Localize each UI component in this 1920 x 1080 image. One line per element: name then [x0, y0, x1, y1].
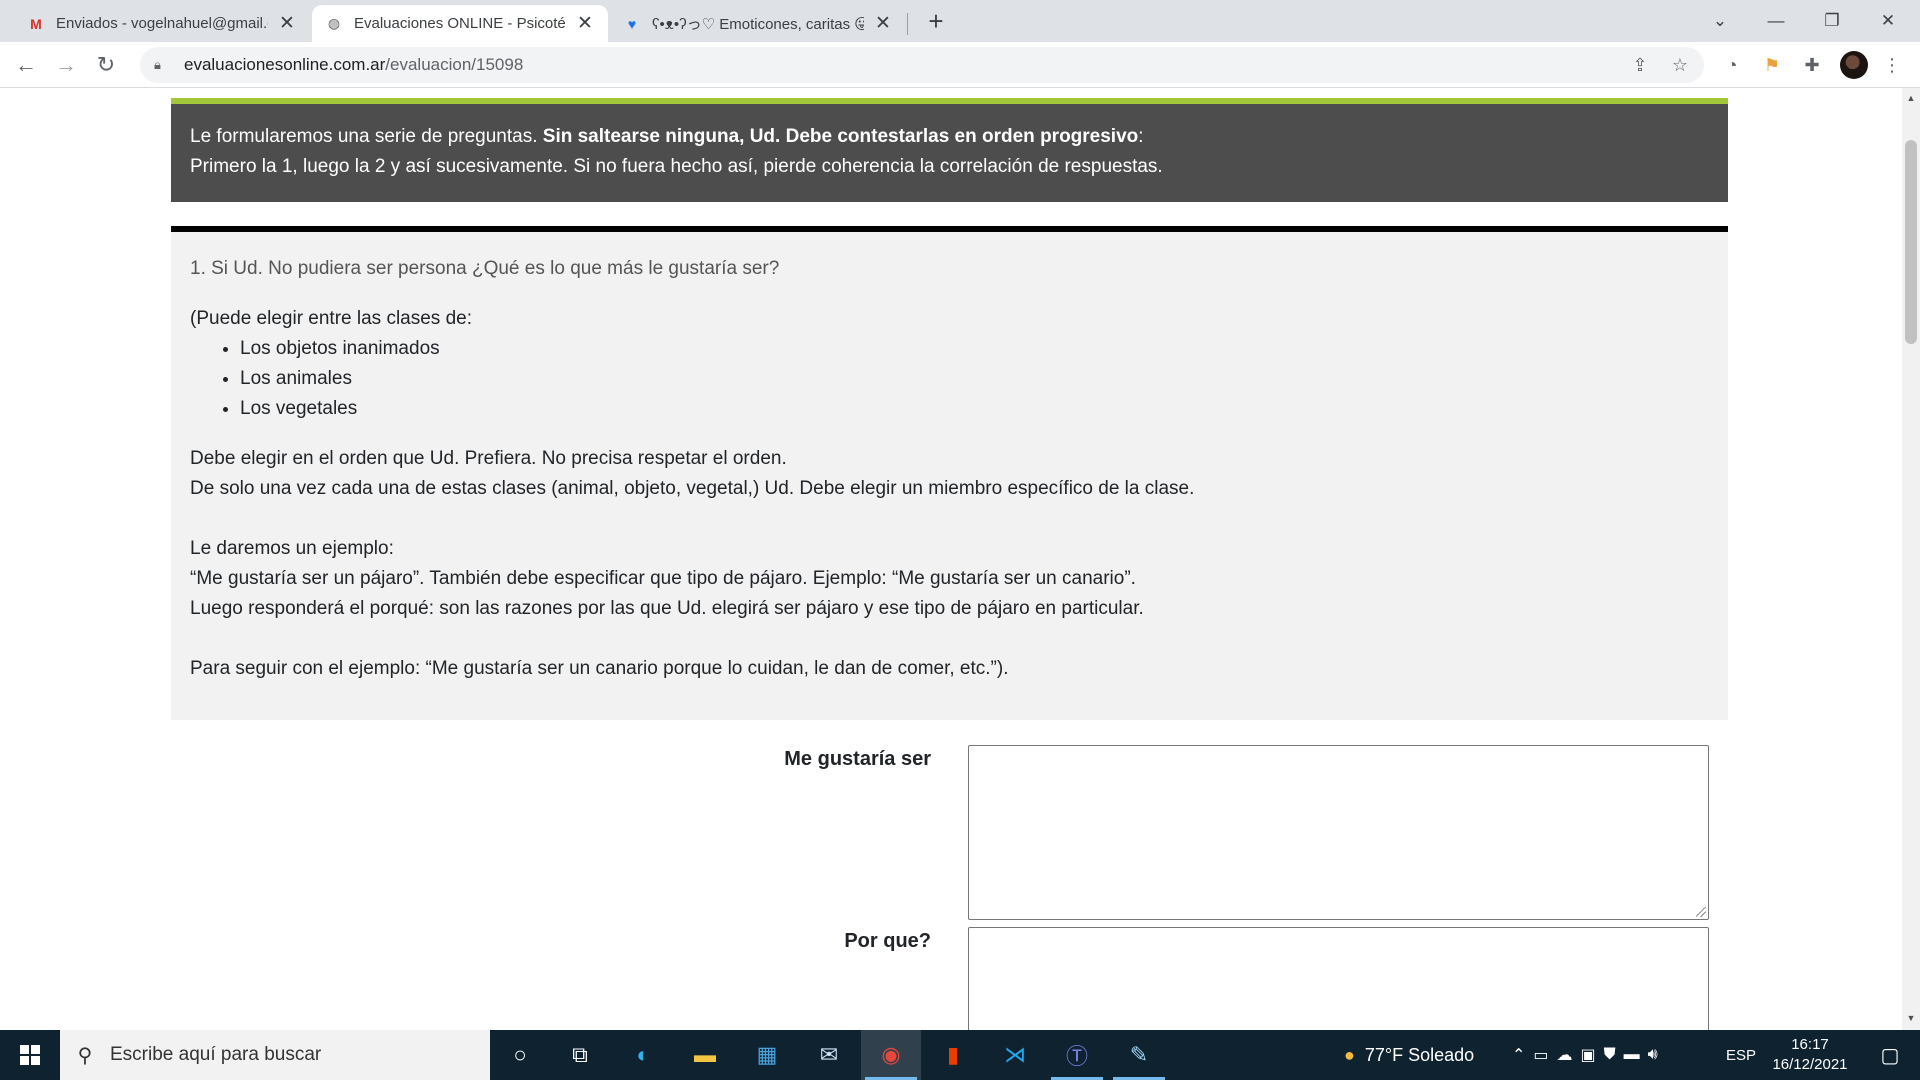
task-view-icon[interactable]: ⧉	[550, 1030, 610, 1080]
heart-icon: ♥	[627, 15, 637, 32]
list-item: Los vegetales	[240, 394, 1709, 424]
file-explorer-icon[interactable]: ▬	[675, 1030, 735, 1080]
extension-clock-icon[interactable]: ◔	[1716, 49, 1748, 81]
example-line: Le daremos un ejemplo:	[190, 538, 394, 559]
notice-line-2: Primero la 1, luego la 2 y así sucesivam…	[190, 156, 1163, 177]
menu-kebab-icon[interactable]: ⋮	[1876, 49, 1908, 81]
browser-tab-strip: M Enviados - vogelnahuel@gmail.co ✕ ◍ Ev…	[0, 0, 1920, 42]
edge-icon[interactable]: ◐	[613, 1030, 673, 1080]
share-icon[interactable]: ⇪	[1624, 49, 1656, 81]
cortana-icon[interactable]: ○	[490, 1030, 550, 1080]
url-path: /evaluacion/15098	[385, 55, 524, 74]
url-host: evaluacionesonline.com.ar	[184, 55, 386, 74]
notice-line-1: Le formularemos una serie de preguntas. …	[190, 126, 1144, 147]
extensions-puzzle-icon[interactable]: ✚	[1796, 49, 1828, 81]
instruction-line: De solo una vez cada una de estas clases…	[190, 478, 1195, 499]
lock-icon: 🔒︎	[154, 57, 161, 72]
onedrive-icon[interactable]: ☁	[1557, 1045, 1581, 1065]
security-icon[interactable]: ⛊	[1604, 1046, 1624, 1064]
back-icon[interactable]: ←	[10, 49, 42, 81]
close-tab-icon[interactable]: ✕	[872, 13, 894, 35]
tab-title: Enviados - vogelnahuel@gmail.co	[56, 15, 268, 32]
vscode-icon[interactable]: ⋊	[985, 1030, 1045, 1080]
label-me-gustaria-ser: Me gustaría ser	[784, 748, 931, 770]
example-line: Para seguir con el ejemplo: “Me gustaría…	[190, 658, 1009, 679]
list-item: Los objetos inanimados	[240, 334, 1709, 364]
chevron-up-icon[interactable]: ⌃	[1512, 1045, 1533, 1065]
question-title: 1. Si Ud. No pudiera ser persona ¿Qué es…	[190, 258, 780, 279]
label-por-que: Por que?	[844, 930, 931, 952]
teams-icon[interactable]: Ⓣ	[1047, 1030, 1107, 1080]
taskbar-search-box[interactable]: ⚲ Escribe aquí para buscar	[60, 1030, 490, 1080]
weather-text: 77°F Soleado	[1364, 1044, 1475, 1065]
notice-emphasis: Sin saltearse ninguna, Ud. Debe contesta…	[542, 126, 1139, 147]
sun-icon: ●	[1344, 1044, 1355, 1065]
start-button[interactable]	[0, 1030, 60, 1080]
forward-icon[interactable]: →	[50, 49, 82, 81]
address-bar[interactable]: 🔒︎ evaluacionesonline.com.ar/evaluacion/…	[140, 47, 1704, 83]
mail-icon[interactable]: ✉	[799, 1030, 859, 1080]
display-icon[interactable]: ▣	[1581, 1045, 1604, 1065]
weather-widget[interactable]: ● 77°F Soleado	[1344, 1030, 1474, 1080]
scroll-down-icon[interactable]: ▼	[1902, 1010, 1920, 1026]
answer-ser-textarea[interactable]	[968, 745, 1709, 920]
instructions-notice: Le formularemos una serie de preguntas. …	[171, 104, 1728, 202]
question-intro: (Puede elegir entre las clases de:	[190, 308, 472, 329]
store-icon[interactable]: ▦	[737, 1030, 797, 1080]
windows-taskbar: ⚲ Escribe aquí para buscar ○ ⧉ ◐ ▬ ▦ ✉ ◉…	[0, 1030, 1920, 1080]
page-viewport: Le formularemos una serie de preguntas. …	[0, 88, 1902, 1030]
browser-toolbar: ← → ↻ 🔒︎ evaluacionesonline.com.ar/evalu…	[0, 42, 1920, 88]
example-line: Luego responderá el porqué: son las razo…	[190, 598, 1144, 619]
clock-time: 16:17	[1791, 1036, 1829, 1053]
gmail-icon: M	[30, 15, 42, 32]
close-window-icon[interactable]: ✕	[1860, 0, 1916, 42]
tab-gmail[interactable]: M Enviados - vogelnahuel@gmail.co ✕	[14, 5, 310, 42]
new-tab-icon[interactable]: +	[922, 6, 950, 36]
tab-search-icon[interactable]: ⌄	[1692, 0, 1748, 42]
tab-emoticones[interactable]: ♥ ʕ•ᴥ•ʔっ♡ Emoticones, caritas 😛 ✕	[610, 5, 906, 42]
system-tray: ⌃ ▭ ☁ ▣ ⛊ ▬ 🔊︎	[1512, 1030, 1666, 1080]
volume-icon[interactable]: 🔊︎	[1648, 1046, 1666, 1064]
restore-icon[interactable]: ❐	[1804, 0, 1860, 42]
resize-grip-icon[interactable]	[1696, 907, 1706, 917]
paint-icon[interactable]: ✎	[1109, 1030, 1169, 1080]
meet-icon[interactable]: ▭	[1533, 1045, 1556, 1065]
extension-flag-icon[interactable]: ⚑	[1756, 49, 1788, 81]
minimize-icon[interactable]: —	[1748, 0, 1804, 42]
battery-icon[interactable]: ▬	[1624, 1046, 1648, 1064]
office-icon[interactable]: ▮	[923, 1030, 983, 1080]
language-indicator[interactable]: ESP	[1726, 1030, 1756, 1080]
scroll-thumb[interactable]	[1905, 140, 1917, 344]
question-card: 1. Si Ud. No pudiera ser persona ¿Qué es…	[171, 232, 1728, 720]
taskbar-clock[interactable]: 16:17 16/12/2021	[1760, 1035, 1860, 1075]
bookmark-star-icon[interactable]: ☆	[1664, 49, 1696, 81]
instruction-line: Debe elegir en el orden que Ud. Prefiera…	[190, 448, 787, 469]
notifications-icon[interactable]: ▢	[1860, 1030, 1920, 1080]
chrome-icon[interactable]: ◉	[861, 1030, 921, 1080]
globe-icon: ◍	[327, 15, 341, 31]
tab-evaluaciones[interactable]: ◍ Evaluaciones ONLINE - Psicotécn ✕	[312, 5, 608, 42]
example-line: “Me gustaría ser un pájaro”. También deb…	[190, 568, 1136, 589]
search-placeholder: Escribe aquí para buscar	[110, 1044, 322, 1065]
close-tab-icon[interactable]: ✕	[574, 13, 596, 35]
search-icon: ⚲	[77, 1044, 93, 1067]
close-tab-icon[interactable]: ✕	[276, 13, 298, 35]
clock-date: 16/12/2021	[1772, 1056, 1848, 1073]
list-item: Los animales	[240, 364, 1709, 394]
answer-porque-textarea[interactable]	[968, 927, 1709, 1030]
scroll-up-icon[interactable]: ▲	[1902, 90, 1920, 106]
windows-logo-icon	[20, 1045, 40, 1065]
tab-title: Evaluaciones ONLINE - Psicotécn	[354, 15, 566, 32]
class-options-list: Los objetos inanimados Los animales Los …	[190, 334, 1709, 424]
profile-avatar[interactable]	[1840, 51, 1868, 79]
tab-separator	[907, 13, 908, 35]
tab-title: ʕ•ᴥ•ʔっ♡ Emoticones, caritas 😛	[652, 16, 864, 33]
page-scrollbar[interactable]: ▲ ▼	[1902, 88, 1920, 1030]
reload-icon[interactable]: ↻	[90, 49, 122, 81]
